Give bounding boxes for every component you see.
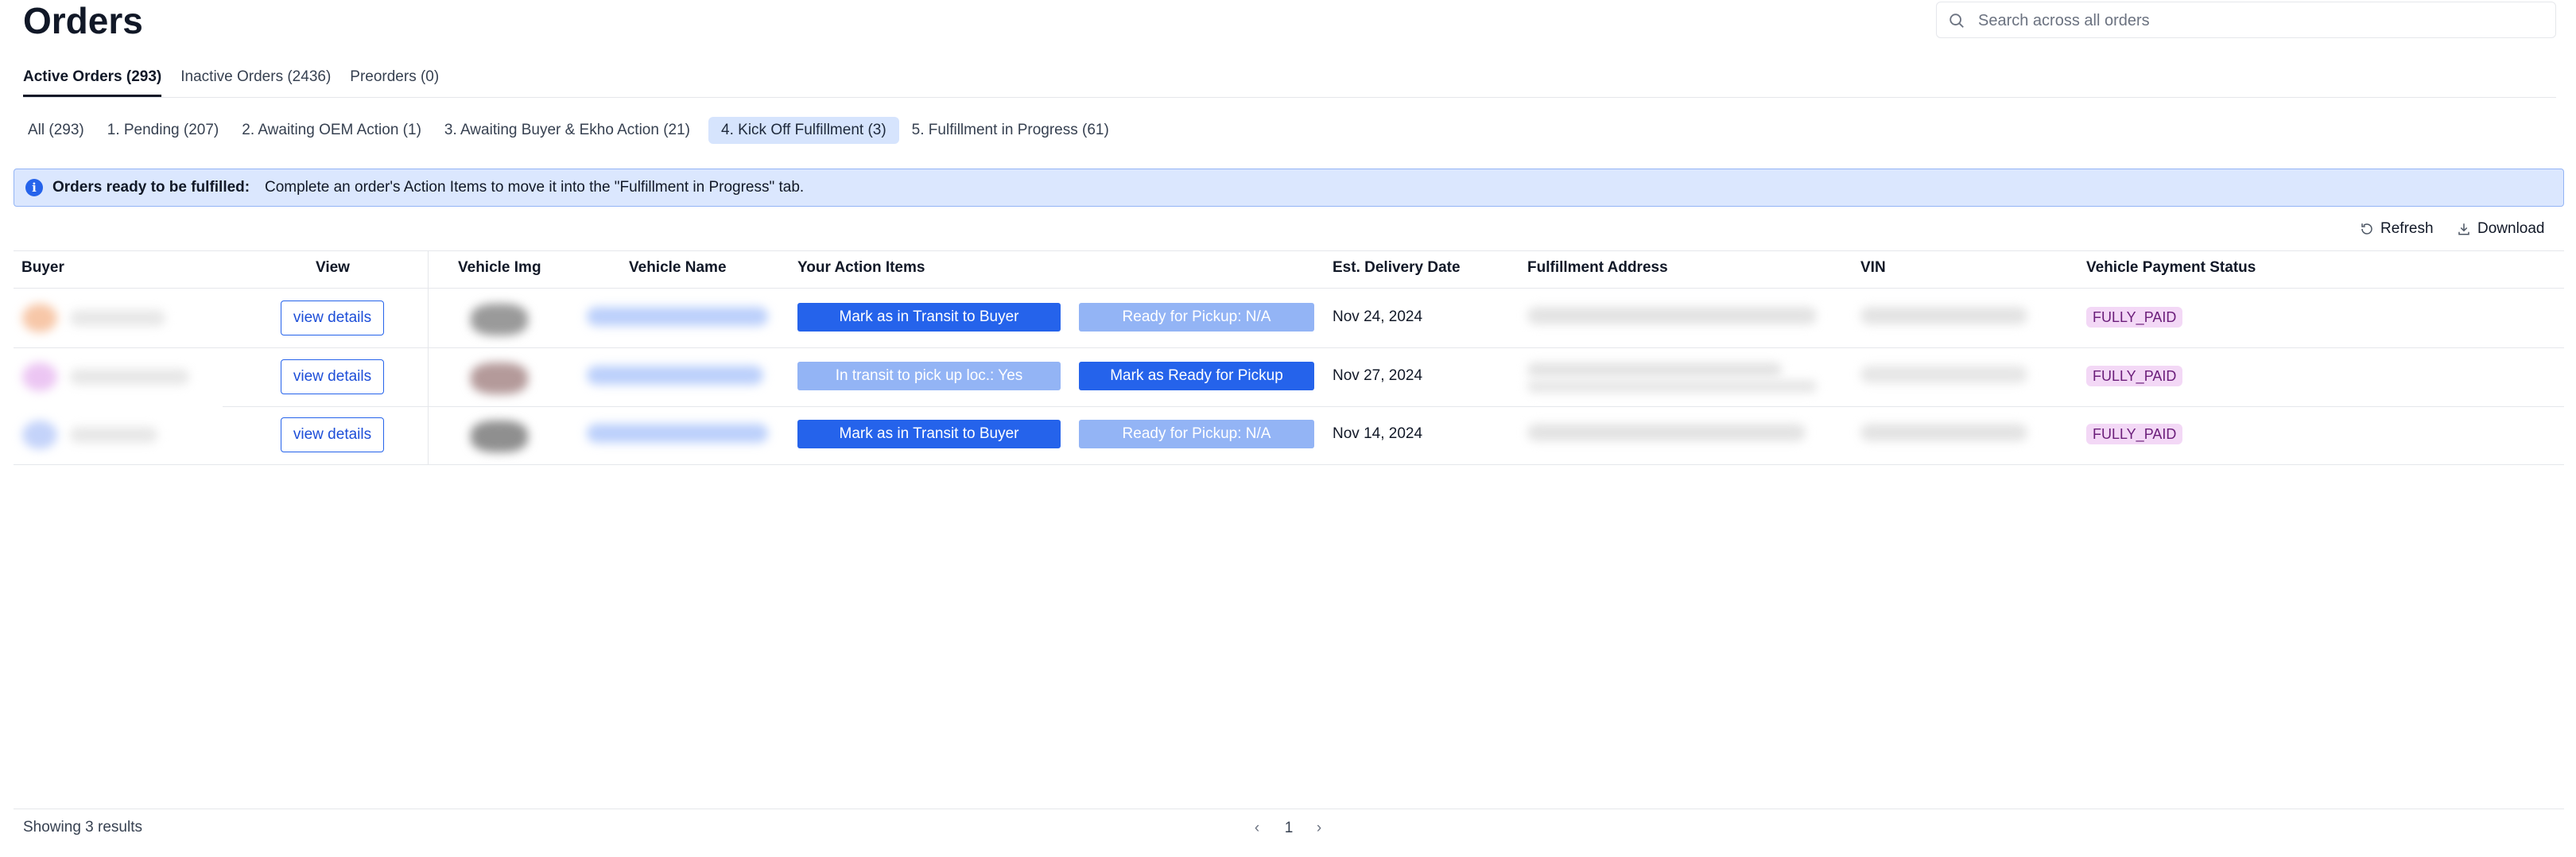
refresh-button[interactable]: Refresh — [2360, 218, 2434, 240]
delivery-date: Nov 14, 2024 — [1333, 425, 1423, 442]
vin-redacted — [1860, 307, 2027, 324]
vehicle-image — [471, 304, 528, 335]
table-top-border — [14, 250, 2564, 251]
results-count: Showing 3 results — [23, 819, 142, 836]
delivery-date: Nov 24, 2024 — [1333, 308, 1423, 325]
vehicle-name-link[interactable] — [587, 307, 768, 326]
buyer-avatar — [22, 363, 57, 391]
vin-redacted — [1860, 424, 2027, 441]
col-header-payment-status: Vehicle Payment Status — [2086, 259, 2256, 276]
tab-active-orders[interactable]: Active Orders (293) — [23, 65, 162, 97]
subtab-awaiting-buyer-ekho[interactable]: 3. Awaiting Buyer & Ekho Action (21) — [440, 117, 700, 144]
row-divider — [14, 464, 2564, 465]
info-banner: i Orders ready to be fulfilled: Complete… — [14, 169, 2564, 207]
tab-inactive-orders[interactable]: Inactive Orders (2436) — [180, 65, 331, 97]
vin-redacted — [1860, 366, 2027, 383]
status-filter-tabs: All (293) 1. Pending (207) 2. Awaiting O… — [23, 117, 1119, 144]
fulfillment-address-redacted — [1527, 307, 1817, 324]
subtab-pending[interactable]: 1. Pending (207) — [103, 117, 230, 144]
col-header-vehicle-name: Vehicle Name — [629, 259, 727, 276]
banner-title: Orders ready to be fulfilled: — [52, 179, 250, 196]
download-icon — [2458, 223, 2469, 235]
fulfillment-address-redacted — [1527, 380, 1817, 393]
buyer-avatar — [22, 421, 57, 449]
col-header-vin: VIN — [1860, 259, 1886, 276]
banner-message: Complete an order's Action Items to move… — [265, 179, 805, 196]
download-button[interactable]: Download — [2457, 218, 2545, 240]
col-header-action-items: Your Action Items — [797, 259, 925, 276]
mark-in-transit-button[interactable]: Mark as in Transit to Buyer — [797, 303, 1061, 332]
buyer-avatar — [22, 304, 57, 332]
vehicle-image — [471, 363, 528, 394]
buyer-name-redacted — [70, 369, 189, 385]
col-header-delivery-date: Est. Delivery Date — [1333, 259, 1461, 276]
mark-in-transit-button[interactable]: Mark as in Transit to Buyer — [797, 420, 1061, 448]
search-box[interactable] — [1936, 2, 2556, 39]
refresh-label: Refresh — [2380, 220, 2434, 237]
search-icon — [1949, 14, 1964, 28]
subtab-fulfillment-in-progress[interactable]: 5. Fulfillment in Progress (61) — [907, 117, 1119, 144]
chevron-right-icon[interactable]: › — [1307, 817, 1331, 840]
view-details-button[interactable]: view details — [281, 359, 384, 394]
subtab-all[interactable]: All (293) — [23, 117, 95, 144]
in-transit-status: In transit to pick up loc.: Yes — [797, 362, 1061, 390]
fulfillment-address-redacted — [1527, 363, 1782, 377]
subtab-kick-off-fulfillment[interactable]: 4. Kick Off Fulfillment (3) — [708, 117, 899, 144]
col-header-vehicle-img: Vehicle Img — [458, 259, 541, 276]
refresh-icon — [2361, 223, 2372, 235]
ready-for-pickup-status: Ready for Pickup: N/A — [1079, 303, 1314, 332]
buyer-name-redacted — [70, 310, 165, 326]
buyer-name-redacted — [70, 427, 157, 443]
vehicle-name-link[interactable] — [587, 424, 768, 443]
row-divider — [14, 347, 2564, 348]
col-header-view: View — [316, 259, 350, 276]
info-icon: i — [25, 179, 43, 196]
chevron-left-icon[interactable]: ‹ — [1245, 817, 1269, 840]
delivery-date: Nov 27, 2024 — [1333, 367, 1423, 384]
payment-status-badge: FULLY_PAID — [2086, 366, 2183, 386]
vehicle-name-link[interactable] — [587, 366, 763, 385]
vehicle-image — [471, 421, 528, 452]
col-header-fulfillment-address: Fulfillment Address — [1527, 259, 1668, 276]
search-input[interactable] — [1977, 2, 2536, 39]
payment-status-badge: FULLY_PAID — [2086, 307, 2183, 328]
download-label: Download — [2477, 220, 2545, 237]
subtab-awaiting-oem[interactable]: 2. Awaiting OEM Action (1) — [237, 117, 432, 144]
payment-status-badge: FULLY_PAID — [2086, 424, 2183, 444]
row-divider — [223, 406, 2564, 407]
ready-for-pickup-status: Ready for Pickup: N/A — [1079, 420, 1314, 448]
mark-ready-for-pickup-button[interactable]: Mark as Ready for Pickup — [1079, 362, 1314, 390]
table-header-border — [14, 288, 2564, 289]
view-details-button[interactable]: view details — [281, 301, 384, 335]
page-title: Orders — [23, 0, 143, 41]
column-divider — [428, 250, 429, 465]
tab-preorders[interactable]: Preorders (0) — [350, 65, 439, 97]
fulfillment-address-redacted — [1527, 424, 1806, 441]
main-tabs: Active Orders (293) Inactive Orders (243… — [23, 65, 439, 97]
tabs-divider — [23, 97, 2556, 98]
col-header-buyer: Buyer — [21, 259, 64, 276]
view-details-button[interactable]: view details — [281, 417, 384, 452]
current-page[interactable]: 1 — [1277, 817, 1301, 840]
